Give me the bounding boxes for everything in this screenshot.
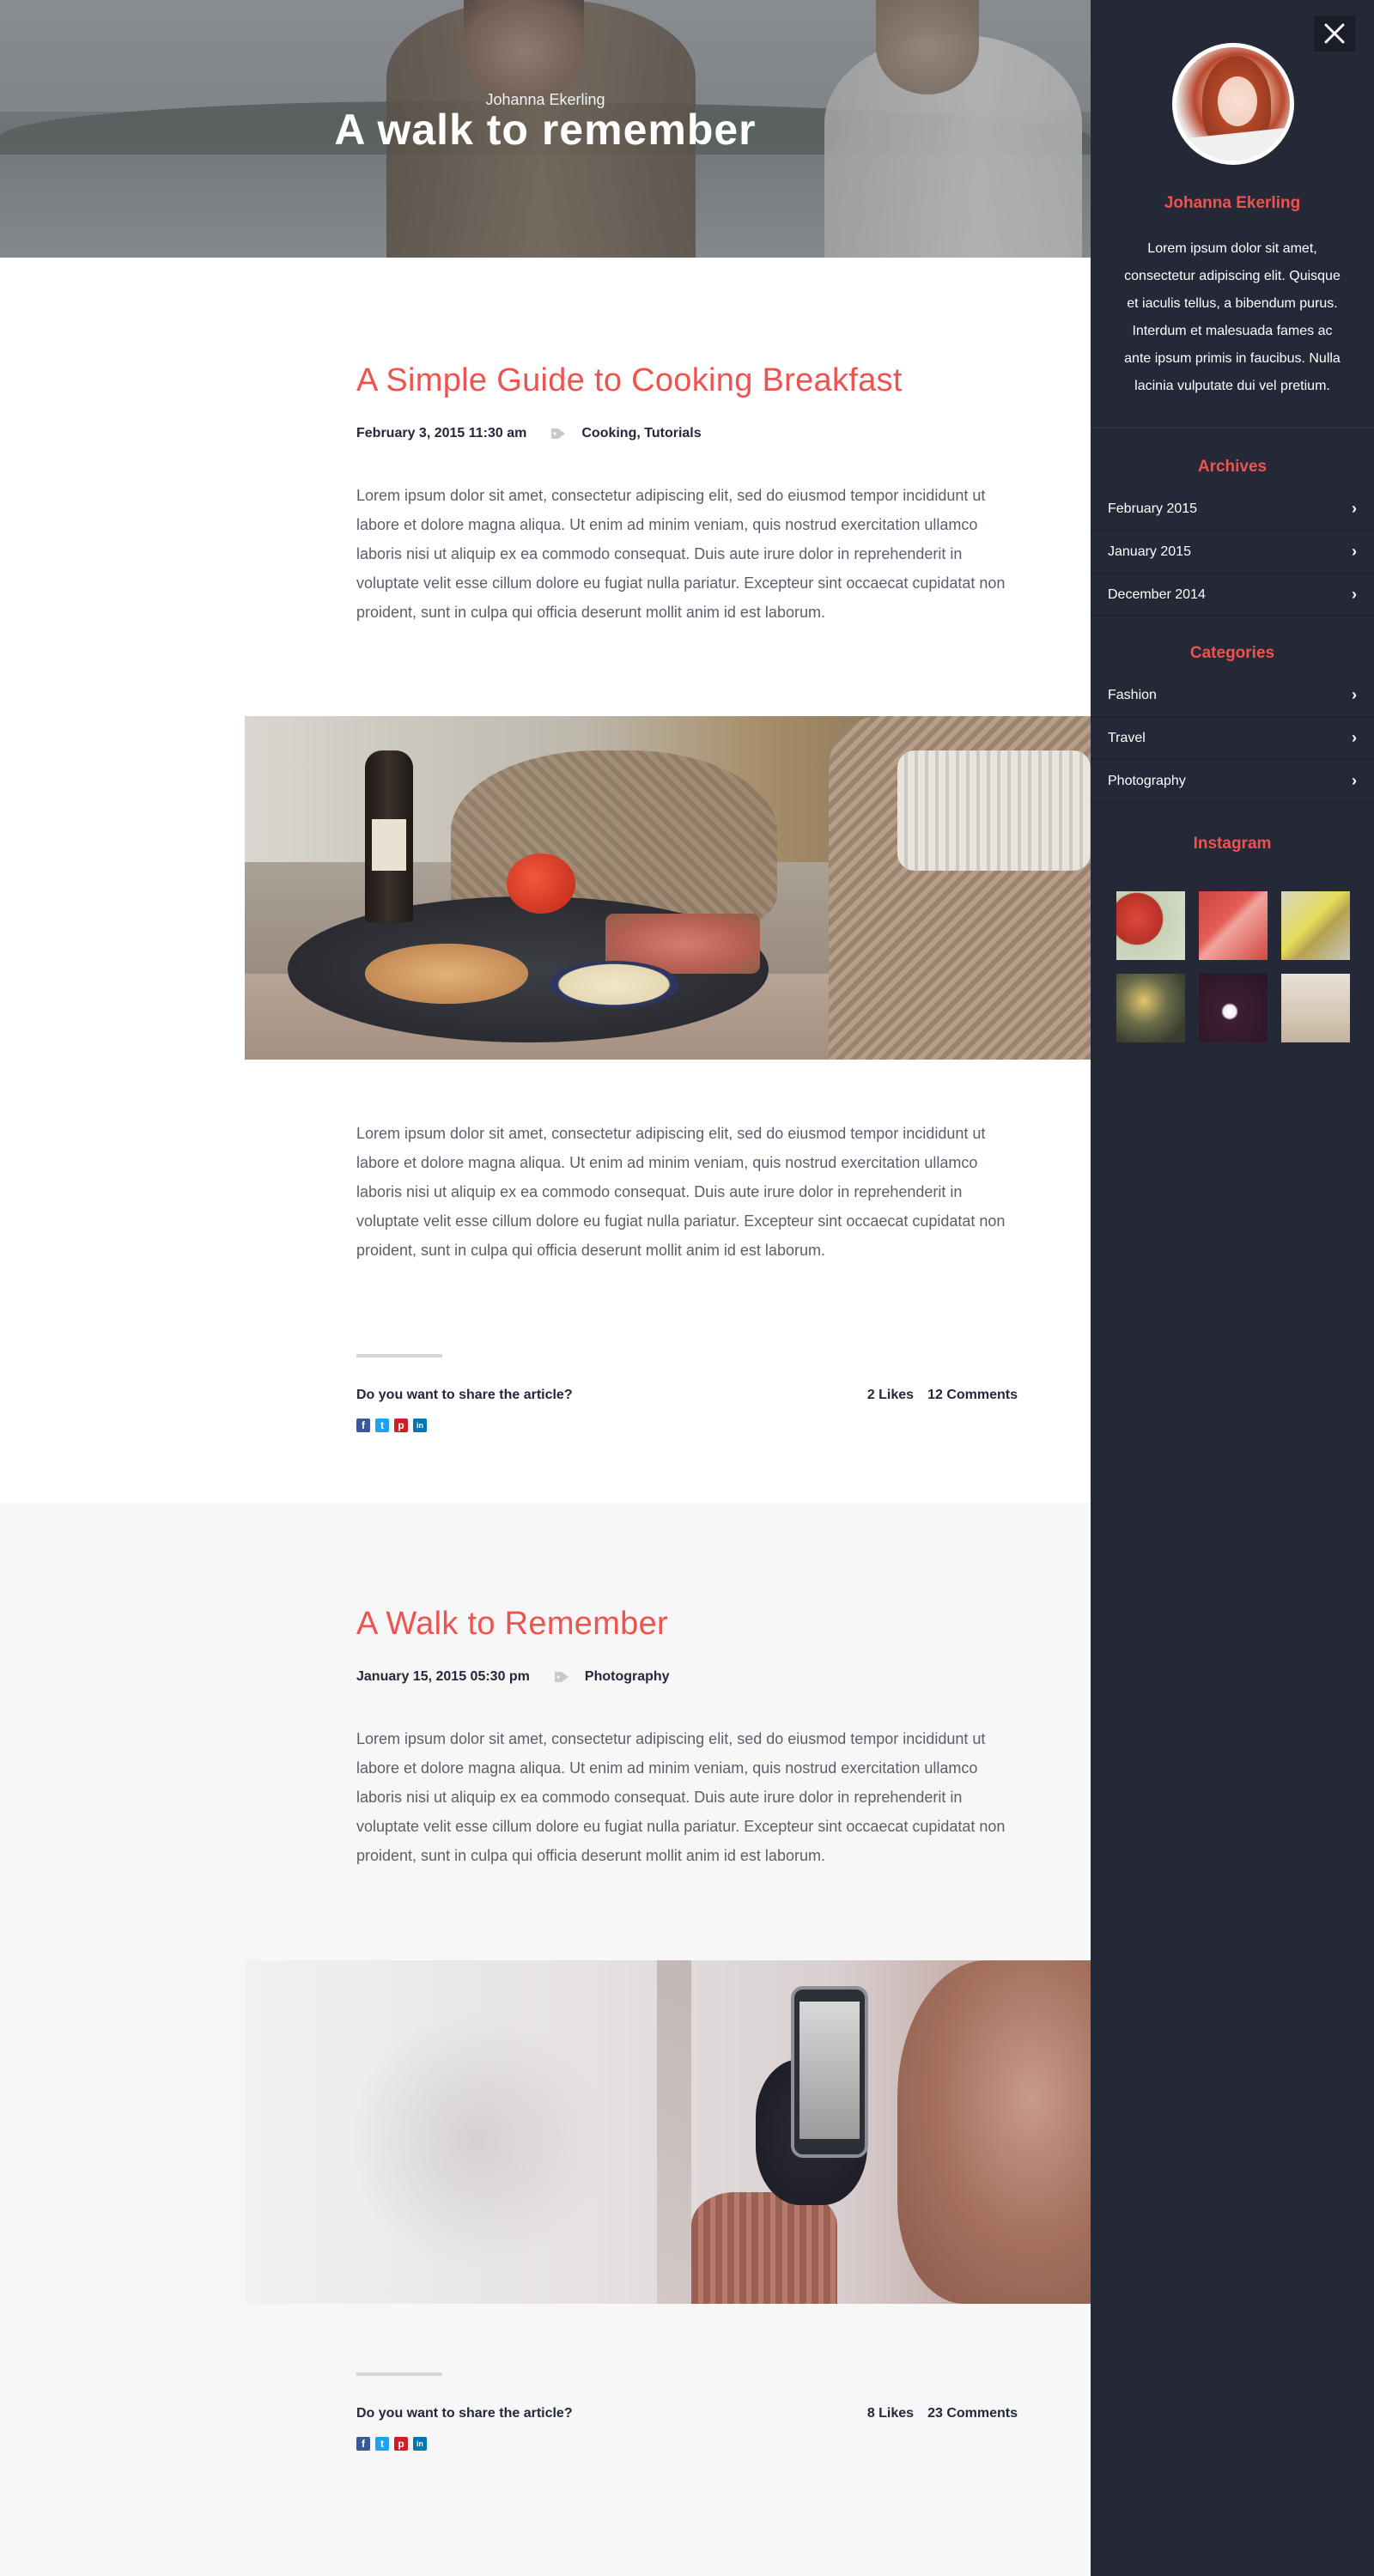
hero-title: A walk to remember	[334, 106, 757, 154]
linkedin-icon[interactable]: in	[413, 2437, 427, 2451]
instagram-thumbnail[interactable]	[1116, 891, 1185, 960]
instagram-thumbnail[interactable]	[1281, 891, 1350, 960]
chevron-right-icon: ›	[1352, 729, 1357, 746]
category-link[interactable]: Photography	[585, 1669, 670, 1685]
post-image-breakfast[interactable]	[245, 716, 1091, 1060]
share-question: Do you want to share the article?	[356, 1388, 573, 1402]
post-stats: 2 Likes 12 Comments	[867, 1388, 1018, 1403]
post-date[interactable]: February 3, 2015 11:30 am	[356, 426, 526, 441]
share-divider	[356, 1354, 442, 1358]
pinterest-icon[interactable]: p	[394, 2437, 408, 2451]
tag-icon	[554, 1672, 568, 1682]
twitter-icon[interactable]: t	[375, 2437, 389, 2451]
category-item[interactable]: Travel ›	[1091, 717, 1374, 760]
post-paragraph: Lorem ipsum dolor sit amet, consectetur …	[356, 487, 1006, 621]
post-date[interactable]: January 15, 2015 05:30 pm	[356, 1669, 530, 1685]
post-paragraph: Lorem ipsum dolor sit amet, consectetur …	[356, 1730, 1006, 1864]
instagram-thumbnail[interactable]	[1116, 974, 1185, 1042]
post-image-phone[interactable]	[245, 1960, 1091, 2304]
post-meta: January 15, 2015 05:30 pm Photography	[356, 1669, 670, 1685]
chevron-right-icon: ›	[1352, 543, 1357, 560]
post-categories: Cooking, Tutorials	[581, 426, 702, 441]
facebook-icon[interactable]: f	[356, 2437, 370, 2451]
archive-item[interactable]: January 2015 ›	[1091, 531, 1374, 574]
post-card: A Walk to Remember January 15, 2015 05:3…	[0, 1503, 1091, 2576]
chevron-right-icon: ›	[1352, 586, 1357, 603]
category-item-label: Fashion	[1108, 687, 1157, 702]
archives-heading: Archives	[1197, 458, 1268, 476]
instagram-heading: Instagram	[1193, 835, 1272, 853]
post-card: A Simple Guide to Cooking Breakfast Febr…	[0, 258, 1091, 1503]
hero-banner: Johanna Ekerling A walk to remember	[0, 0, 1091, 258]
category-item-label: Travel	[1108, 730, 1146, 745]
category-item[interactable]: Fashion ›	[1091, 674, 1374, 717]
comments-link[interactable]: 23 Comments	[927, 2406, 1018, 2421]
archive-item-label: January 2015	[1108, 544, 1191, 559]
comments-link[interactable]: 12 Comments	[927, 1388, 1018, 1403]
linkedin-icon[interactable]: in	[413, 1419, 427, 1432]
likes-link[interactable]: 2 Likes	[867, 1388, 914, 1403]
twitter-icon[interactable]: t	[375, 1419, 389, 1432]
category-item[interactable]: Photography ›	[1091, 760, 1374, 803]
close-icon	[1324, 23, 1345, 44]
sidebar-author-name: Johanna Ekerling	[1164, 194, 1301, 212]
tag-icon	[551, 428, 566, 439]
archive-item[interactable]: December 2014 ›	[1091, 574, 1374, 617]
category-link[interactable]: Cooking	[581, 426, 636, 441]
share-question: Do you want to share the article?	[356, 2406, 573, 2421]
post-meta: February 3, 2015 11:30 am Cooking, Tutor…	[356, 426, 702, 441]
archive-item-label: December 2014	[1108, 586, 1206, 602]
post-title[interactable]: A Simple Guide to Cooking Breakfast	[356, 362, 903, 399]
share-divider	[356, 2372, 442, 2376]
post-paragraph: Lorem ipsum dolor sit amet, consectetur …	[356, 1125, 1006, 1259]
instagram-thumbnail[interactable]	[1199, 974, 1268, 1042]
categories-heading: Categories	[1189, 644, 1275, 662]
facebook-icon[interactable]: f	[356, 1419, 370, 1432]
sidebar: Johanna Ekerling Lorem ipsum dolor sit a…	[1091, 0, 1374, 2576]
pinterest-icon[interactable]: p	[394, 1419, 408, 1432]
archive-item[interactable]: February 2015 ›	[1091, 488, 1374, 531]
post-stats: 8 Likes 23 Comments	[867, 2406, 1018, 2421]
sidebar-bio: Lorem ipsum dolor sit amet, consectetur …	[1124, 241, 1341, 393]
post-categories: Photography	[585, 1669, 670, 1685]
category-item-label: Photography	[1108, 773, 1186, 788]
share-icons: f t p in	[356, 1419, 427, 1432]
instagram-grid	[1116, 891, 1350, 1042]
category-link[interactable]: Tutorials	[644, 426, 701, 441]
post-title[interactable]: A Walk to Remember	[356, 1606, 668, 1643]
instagram-thumbnail[interactable]	[1199, 891, 1268, 960]
archive-item-label: February 2015	[1108, 501, 1198, 516]
share-icons: f t p in	[356, 2437, 427, 2451]
chevron-right-icon: ›	[1352, 686, 1357, 703]
chevron-right-icon: ›	[1352, 772, 1357, 789]
categories-list: Fashion › Travel › Photography ›	[1091, 674, 1374, 803]
likes-link[interactable]: 8 Likes	[867, 2406, 914, 2421]
instagram-thumbnail[interactable]	[1281, 974, 1350, 1042]
avatar	[1172, 43, 1294, 165]
chevron-right-icon: ›	[1352, 500, 1357, 517]
close-button[interactable]	[1314, 15, 1355, 52]
archives-list: February 2015 › January 2015 › December …	[1091, 488, 1374, 617]
